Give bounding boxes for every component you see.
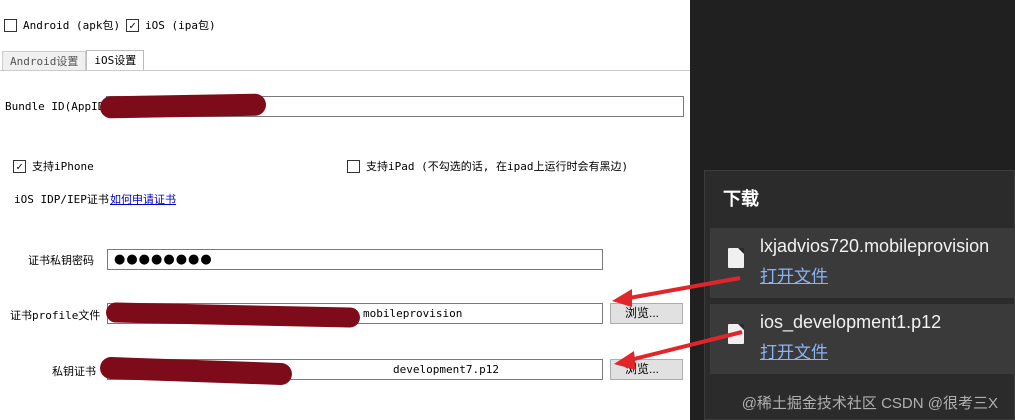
annotation-arrows <box>612 276 743 370</box>
arrow-to-profile <box>617 276 741 302</box>
arrow-to-private-cert <box>621 330 743 364</box>
arrowhead <box>612 289 632 307</box>
arrowhead <box>614 351 636 370</box>
